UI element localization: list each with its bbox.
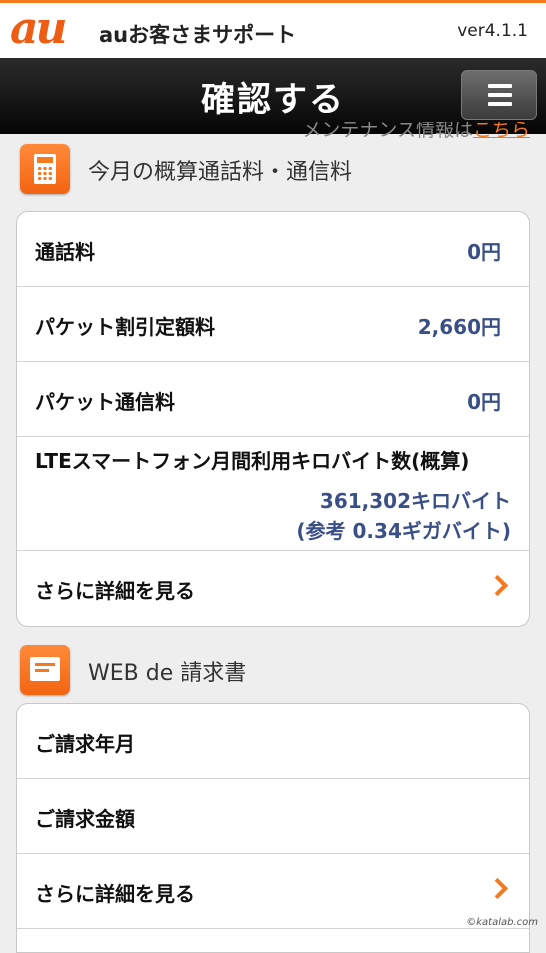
invoice-card: ご請求年月 ご請求金額 さらに詳細を見る	[16, 703, 530, 953]
charge-label: パケット通信料	[35, 390, 175, 414]
charge-row-packet-discount: パケット割引定額料 2,660円	[17, 287, 529, 362]
charge-row-call: 通話料 0円	[17, 212, 529, 287]
maintenance-link[interactable]: こちら	[473, 122, 530, 138]
calculator-icon	[20, 144, 70, 194]
version-label: ver4.1.1	[457, 21, 528, 41]
invoice-icon-line	[35, 669, 49, 672]
charges-card: 通話料 0円 パケット割引定額料 2,660円 パケット通信料 0円 LTEスマ…	[16, 211, 530, 627]
invoice-section-header: WEB de 請求書	[20, 645, 530, 695]
calculator-icon-screen	[37, 157, 53, 163]
invoice-more-details[interactable]: さらに詳細を見る	[17, 854, 529, 929]
chevron-right-icon	[485, 551, 515, 626]
charge-label: 通話料	[35, 240, 95, 264]
charge-value: 0円	[467, 390, 501, 414]
lte-usage-row: LTEスマートフォン月間利用キロバイト数(概算) 361,302キロバイト (参…	[17, 437, 529, 551]
hamburger-menu-icon	[488, 84, 512, 88]
lte-usage-label: LTEスマートフォン月間利用キロバイト数(概算)	[35, 449, 470, 473]
more-details-label: さらに詳細を見る	[35, 882, 195, 906]
invoice-row-month: ご請求年月	[17, 704, 529, 779]
maintenance-notice-text: メンテナンス情報は	[302, 122, 473, 138]
menu-button[interactable]	[461, 70, 537, 120]
calculator-icon-body	[34, 154, 56, 184]
charge-label: パケット割引定額料	[35, 315, 215, 339]
charges-section-header: 今月の概算通話料・通信料	[20, 144, 530, 194]
invoice-icon-line	[35, 663, 55, 666]
hamburger-menu-icon-bar	[488, 93, 512, 97]
copyright: ©katalab.com	[466, 917, 538, 928]
invoice-section-title: WEB de 請求書	[88, 661, 247, 686]
charge-row-packet: パケット通信料 0円	[17, 362, 529, 437]
more-details-label: さらに詳細を見る	[35, 579, 195, 603]
charge-value: 2,660円	[417, 315, 501, 339]
hamburger-menu-icon-bar	[488, 102, 512, 106]
app-title: auお客さまサポート	[99, 23, 297, 47]
lte-usage-gb: (参考 0.34ギガバイト)	[296, 519, 511, 543]
invoice-icon	[20, 645, 70, 695]
app-header: au auお客さまサポート ver4.1.1	[0, 0, 546, 58]
charges-more-details[interactable]: さらに詳細を見る	[17, 551, 529, 626]
au-logo: au	[10, 3, 67, 54]
charges-section-title: 今月の概算通話料・通信料	[88, 160, 353, 185]
invoice-icon-body	[30, 657, 60, 681]
chevron-right-icon-shape	[486, 877, 509, 900]
invoice-row-amount: ご請求金額	[17, 779, 529, 854]
invoice-amount-label: ご請求金額	[35, 807, 135, 831]
maintenance-notice: メンテナンス情報はこちら	[302, 122, 530, 138]
calculator-icon-keys	[37, 166, 53, 181]
charge-value: 0円	[467, 240, 501, 264]
chevron-right-icon-shape	[486, 574, 509, 597]
lte-usage-kb: 361,302キロバイト	[319, 489, 511, 513]
invoice-month-label: ご請求年月	[35, 732, 135, 756]
